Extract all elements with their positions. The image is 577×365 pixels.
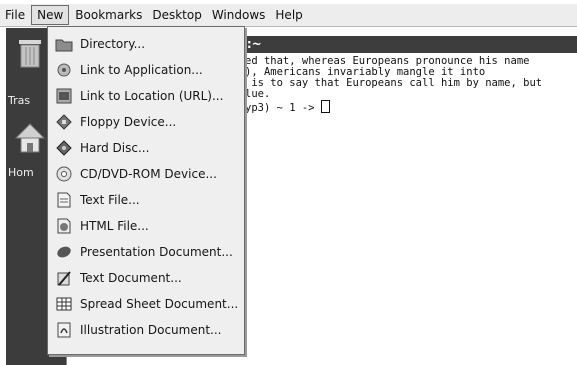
menu-item-html-file[interactable]: HTML File... [48, 213, 244, 239]
home-label: Hom [8, 166, 34, 179]
menu-windows[interactable]: Windows [207, 5, 271, 25]
menu-item-presentation[interactable]: Presentation Document... [48, 239, 244, 265]
home-icon[interactable] [12, 118, 48, 158]
menu-desktop[interactable]: Desktop [147, 5, 207, 25]
terminal-line: is to say that Europeans call him by nam… [245, 77, 543, 89]
terminal-cursor [320, 100, 330, 113]
illustration-icon [54, 320, 74, 340]
new-menu-dropdown: Directory... Link to Application... Link… [47, 26, 245, 355]
menu-item-spreadsheet[interactable]: Spread Sheet Document... [48, 291, 244, 317]
terminal-output[interactable]: ed that, whereas Europeans pronounce his… [245, 56, 542, 114]
terminal-line: lue. [245, 88, 271, 100]
menu-item-hard-disc[interactable]: Hard Disc... [48, 135, 244, 161]
menu-item-floppy[interactable]: Floppy Device... [48, 109, 244, 135]
html-file-icon [54, 216, 74, 236]
menu-item-cdrom[interactable]: CD/DVD-ROM Device... [48, 161, 244, 187]
trash-label: Tras [8, 94, 31, 107]
presentation-icon [54, 242, 74, 262]
menu-item-illustration[interactable]: Illustration Document... [48, 317, 244, 343]
trash-icon[interactable] [12, 34, 48, 74]
menu-file[interactable]: File [0, 5, 30, 25]
menu-item-link-location[interactable]: Link to Location (URL)... [48, 83, 244, 109]
location-link-icon [54, 86, 74, 106]
menu-item-directory[interactable]: Directory... [48, 31, 244, 57]
hard-disc-icon [54, 138, 74, 158]
text-file-icon [54, 190, 74, 210]
menu-bookmarks[interactable]: Bookmarks [70, 5, 147, 25]
menu-item-text-document[interactable]: Text Document... [48, 265, 244, 291]
directory-icon [54, 34, 74, 54]
floppy-icon [54, 112, 74, 132]
cdrom-icon [54, 164, 74, 184]
spreadsheet-icon [54, 294, 74, 314]
text-document-icon [54, 268, 74, 288]
menu-item-link-application[interactable]: Link to Application... [48, 57, 244, 83]
terminal-prompt: yp3) ~ 1 -> [245, 102, 315, 114]
menubar: File New Bookmarks Desktop Windows Help [0, 4, 577, 27]
application-link-icon [54, 60, 74, 80]
menu-new[interactable]: New [31, 5, 70, 25]
menu-item-text-file[interactable]: Text File... [48, 187, 244, 213]
menu-help[interactable]: Help [270, 5, 307, 25]
